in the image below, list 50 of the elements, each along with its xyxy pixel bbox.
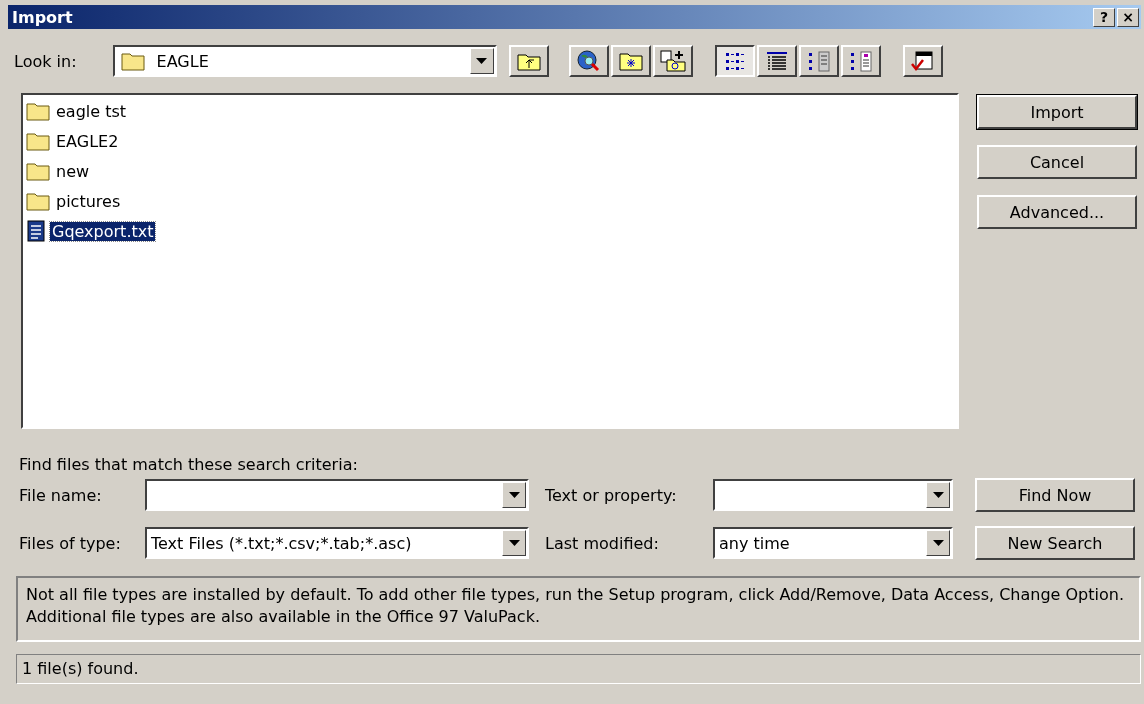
commands-icon bbox=[909, 50, 936, 72]
cancel-button[interactable]: Cancel bbox=[977, 145, 1137, 179]
window-title: Import bbox=[12, 7, 73, 27]
caret-icon bbox=[476, 58, 488, 64]
details-view-button[interactable] bbox=[756, 45, 797, 77]
folder-icon bbox=[26, 161, 50, 181]
file-list-item[interactable]: pictures bbox=[54, 191, 123, 211]
help-button[interactable]: ? bbox=[1093, 7, 1115, 27]
folder-star-icon bbox=[617, 50, 644, 72]
up-folder-button[interactable] bbox=[508, 45, 549, 77]
new-search-button[interactable]: New Search bbox=[975, 526, 1135, 560]
preview-view-button[interactable] bbox=[840, 45, 881, 77]
caret-icon bbox=[932, 540, 944, 546]
last-modified-dropdown[interactable]: any time bbox=[713, 527, 953, 559]
status-bar: 1 file(s) found. bbox=[16, 654, 1141, 684]
favorites-button[interactable] bbox=[610, 45, 651, 77]
look-in-dropdown[interactable]: EAGLE bbox=[112, 45, 497, 77]
last-modified-label: Last modified: bbox=[545, 533, 660, 553]
file-name-field[interactable] bbox=[145, 479, 529, 511]
folder-icon bbox=[120, 51, 145, 71]
folder-icon bbox=[26, 101, 50, 121]
caret-icon bbox=[932, 492, 944, 498]
advanced-button[interactable]: Advanced... bbox=[977, 195, 1137, 229]
file-name-label: File name: bbox=[19, 485, 103, 505]
add-favorite-button[interactable] bbox=[652, 45, 693, 77]
file-type-dropdown[interactable]: Text Files (*.txt;*.csv;*.tab;*.asc) bbox=[145, 527, 529, 559]
folder-icon bbox=[26, 131, 50, 151]
import-button[interactable]: Import bbox=[977, 95, 1137, 129]
close-button[interactable]: × bbox=[1117, 7, 1139, 27]
text-property-field[interactable] bbox=[713, 479, 953, 511]
file-list-item[interactable]: Gqexport.txt bbox=[50, 221, 156, 241]
file-list-item[interactable]: new bbox=[54, 161, 92, 181]
file-type-label: Files of type: bbox=[19, 533, 122, 553]
properties-view-button[interactable] bbox=[798, 45, 839, 77]
text-property-label: Text or property: bbox=[545, 485, 678, 505]
add-folder-icon bbox=[659, 50, 686, 72]
caret-icon bbox=[508, 540, 520, 546]
look-in-label: Look in: bbox=[14, 51, 77, 71]
commands-button[interactable] bbox=[902, 45, 943, 77]
web-button[interactable] bbox=[568, 45, 609, 77]
globe-search-icon bbox=[575, 50, 602, 72]
folder-icon bbox=[26, 191, 50, 211]
file-list-item[interactable]: eagle tst bbox=[54, 101, 129, 121]
file-list-item[interactable]: EAGLE2 bbox=[54, 131, 121, 151]
find-now-button[interactable]: Find Now bbox=[975, 478, 1135, 512]
list-view-button[interactable] bbox=[714, 45, 755, 77]
info-note: Not all file types are installed by default. To add other file types, run the Setup program, click Add/Remove, Data Access, Change Option. Additional file types are also available in the Office 97 ValuPack. bbox=[16, 576, 1141, 642]
search-criteria-heading: Find files that match these search criteria: bbox=[18, 455, 359, 474]
caret-icon bbox=[508, 492, 520, 498]
document-icon bbox=[26, 220, 46, 242]
